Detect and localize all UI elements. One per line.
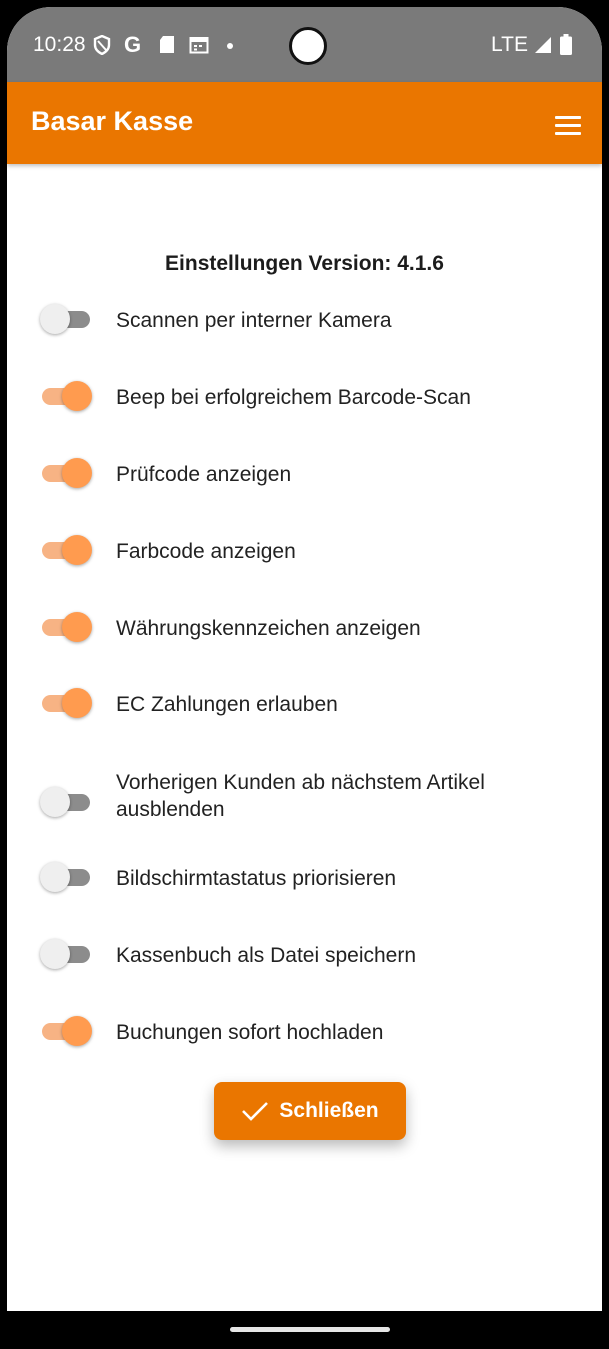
- toggle-switch[interactable]: [40, 687, 92, 719]
- network-type: LTE: [491, 33, 528, 56]
- google-icon: G: [124, 32, 142, 57]
- toggle-thumb: [62, 381, 92, 411]
- settings-title: Einstellungen Version: 4.1.6: [165, 252, 444, 275]
- toggle-thumb: [40, 304, 70, 334]
- close-button-label: Schließen: [279, 1099, 379, 1122]
- toggle-thumb: [62, 612, 92, 642]
- setting-label: Buchungen sofort hochladen: [116, 1021, 384, 1044]
- home-indicator[interactable]: [230, 1327, 390, 1332]
- toggle-switch[interactable]: [40, 457, 92, 489]
- setting-label: Kassenbuch als Datei speichern: [116, 944, 417, 967]
- calendar-icon: [189, 35, 209, 59]
- toggle-thumb: [40, 862, 70, 892]
- toggle-switch[interactable]: [40, 1015, 92, 1047]
- sd-card-icon: [159, 35, 175, 59]
- battery-icon: [560, 34, 572, 60]
- toggle-switch[interactable]: [40, 303, 92, 335]
- setting-label: Farbcode anzeigen: [116, 540, 296, 563]
- hamburger-menu-icon[interactable]: [555, 116, 583, 138]
- toggle-thumb: [40, 787, 70, 817]
- status-bar: 10:28 G LTE: [7, 7, 602, 82]
- signal-icon: [534, 36, 552, 59]
- device-frame: 10:28 G LTE Basar Kasse Einstellungen Ve…: [0, 0, 609, 1349]
- dot-icon: [227, 43, 233, 49]
- toggle-switch[interactable]: [40, 380, 92, 412]
- toggle-switch[interactable]: [40, 861, 92, 893]
- setting-label: Vorherigen Kunden ab nächstem Artikel au…: [116, 771, 485, 821]
- toggle-switch[interactable]: [40, 938, 92, 970]
- setting-label: EC Zahlungen erlauben: [116, 693, 338, 716]
- front-camera: [289, 27, 327, 65]
- toggle-thumb: [62, 1016, 92, 1046]
- vpn-shield-icon: [93, 34, 111, 60]
- toggle-switch[interactable]: [40, 611, 92, 643]
- setting-label: Beep bei erfolgreichem Barcode-Scan: [116, 386, 471, 409]
- setting-label: Prüfcode anzeigen: [116, 463, 292, 486]
- screen: 10:28 G LTE Basar Kasse Einstellungen Ve…: [7, 7, 602, 1349]
- toggle-thumb: [40, 939, 70, 969]
- bottom-navigation-bar: [0, 1311, 609, 1349]
- check-icon: [242, 1102, 269, 1121]
- setting-label: Bildschirmtastatus priorisieren: [116, 867, 397, 890]
- toggle-thumb: [62, 458, 92, 488]
- toggle-thumb: [62, 535, 92, 565]
- toggle-thumb: [62, 688, 92, 718]
- app-bar: Basar Kasse: [7, 82, 602, 164]
- setting-label: Scannen per interner Kamera: [116, 309, 392, 332]
- status-time: 10:28: [33, 33, 86, 56]
- toggle-switch[interactable]: [40, 534, 92, 566]
- close-button[interactable]: Schließen: [214, 1082, 406, 1140]
- toggle-switch[interactable]: [40, 786, 92, 818]
- setting-label: Währungskennzeichen anzeigen: [116, 617, 421, 640]
- app-title: Basar Kasse: [31, 106, 194, 136]
